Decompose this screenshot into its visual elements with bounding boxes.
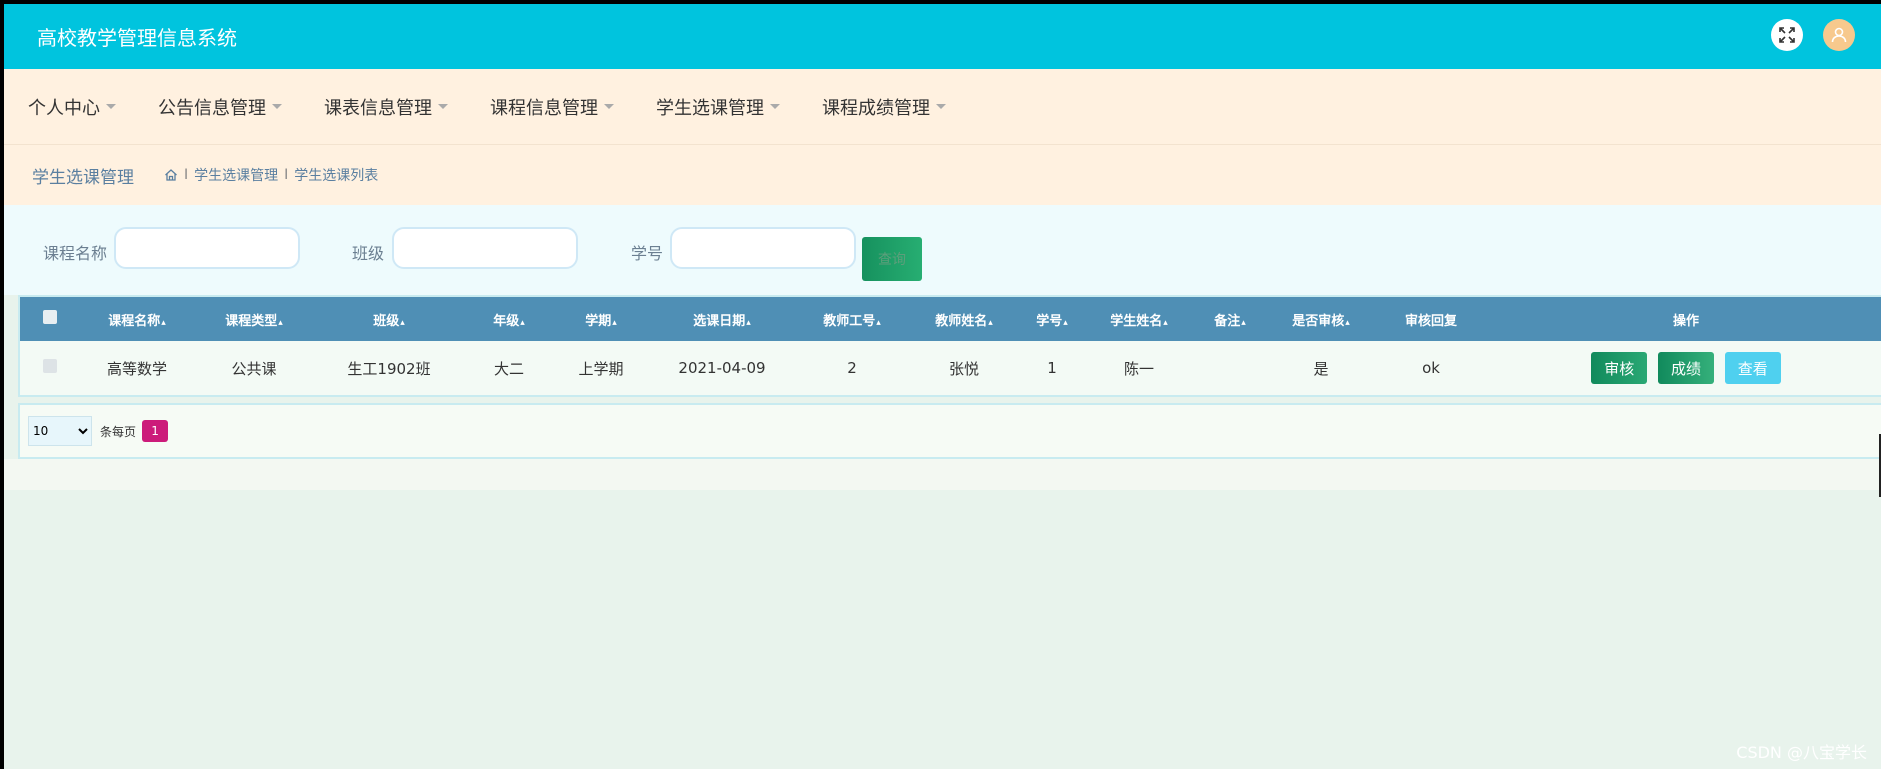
nav-course-selection-management[interactable]: 学生选课管理 — [656, 94, 780, 120]
col-header[interactable]: 备注 — [1194, 297, 1266, 341]
table-cell: 是 — [1266, 341, 1376, 395]
col-header[interactable]: 课程名称 — [80, 297, 194, 341]
pagination: 10 条每页 1 — [18, 403, 1881, 459]
breadcrumb-bar: 学生选课管理 I 学生选课管理 I 学生选课列表 — [4, 145, 1881, 205]
chevron-down-icon — [604, 104, 614, 109]
page-size-select[interactable]: 10 — [28, 416, 92, 446]
select-all-checkbox[interactable] — [20, 297, 80, 341]
search-label-class: 班级 — [352, 244, 385, 263]
col-header: 操作 — [1486, 297, 1881, 341]
table-cell: 张悦 — [908, 341, 1020, 395]
table-cell — [1194, 341, 1266, 395]
col-header[interactable]: 年级 — [464, 297, 554, 341]
top-icons — [1771, 19, 1855, 51]
app-frame: 高校教学管理信息系统 个人中心 公告信息管理 课表信息管理 课程信息管理 学生选… — [4, 4, 1881, 769]
table-cell: 1 — [1020, 341, 1084, 395]
chevron-down-icon — [438, 104, 448, 109]
data-table: 课程名称 课程类型 班级 年级 学期 选课日期 教师工号 教师姓名 学号 学生姓… — [18, 295, 1881, 397]
search-bar: 课程名称 班级 学号 查询 — [4, 205, 1881, 295]
nav-notice-management[interactable]: 公告信息管理 — [158, 94, 282, 120]
nav-timetable-management[interactable]: 课表信息管理 — [324, 94, 448, 120]
search-label-student-id: 学号 — [631, 244, 664, 263]
search-button[interactable]: 查询 — [862, 237, 922, 281]
main-nav: 个人中心 公告信息管理 课表信息管理 课程信息管理 学生选课管理 课程成绩管理 — [4, 69, 1881, 145]
row-actions: 审核 成绩 查看 — [1486, 341, 1881, 395]
row-checkbox[interactable] — [20, 341, 80, 395]
nav-course-management[interactable]: 课程信息管理 — [490, 94, 614, 120]
table-header-row: 课程名称 课程类型 班级 年级 学期 选课日期 教师工号 教师姓名 学号 学生姓… — [20, 297, 1881, 341]
home-icon[interactable] — [164, 168, 178, 182]
breadcrumb-item[interactable]: 学生选课管理 — [194, 165, 278, 185]
footer-strip — [4, 459, 1881, 490]
chevron-down-icon — [106, 104, 116, 109]
col-header[interactable]: 教师工号 — [796, 297, 908, 341]
table-cell: 陈一 — [1084, 341, 1194, 395]
search-input-course-name[interactable] — [114, 227, 300, 269]
nav-grade-management[interactable]: 课程成绩管理 — [822, 94, 946, 120]
breadcrumb: I 学生选课管理 I 学生选课列表 — [164, 165, 378, 185]
page-number-current[interactable]: 1 — [142, 420, 169, 442]
watermark: CSDN @八宝学长 — [1736, 743, 1867, 762]
col-header: 审核回复 — [1376, 297, 1486, 341]
breadcrumb-item: 学生选课列表 — [294, 168, 379, 184]
app-title: 高校教学管理信息系统 — [37, 26, 237, 50]
table-cell: 公共课 — [194, 341, 314, 395]
col-header[interactable]: 课程类型 — [194, 297, 314, 341]
table-row: 高等数学 公共课 生工1902班 大二 上学期 2021-04-09 2 张悦 … — [20, 341, 1881, 395]
search-input-student-id[interactable] — [670, 227, 856, 269]
chevron-down-icon — [272, 104, 282, 109]
col-header[interactable]: 学生姓名 — [1084, 297, 1194, 341]
col-header[interactable]: 学号 — [1020, 297, 1084, 341]
col-header[interactable]: 教师姓名 — [908, 297, 1020, 341]
chevron-down-icon — [936, 104, 946, 109]
col-header[interactable]: 是否审核 — [1266, 297, 1376, 341]
view-button[interactable]: 查看 — [1724, 352, 1781, 384]
search-label-course-name: 课程名称 — [43, 244, 108, 263]
fullscreen-icon[interactable] — [1771, 19, 1803, 51]
table-cell: 2 — [796, 341, 908, 395]
col-header[interactable]: 学期 — [554, 297, 648, 341]
table-cell: 高等数学 — [80, 341, 194, 395]
page-title: 学生选课管理 — [32, 167, 134, 188]
breadcrumb-separator: I — [284, 167, 289, 183]
search-input-class[interactable] — [392, 227, 578, 269]
table-cell: ok — [1376, 341, 1486, 395]
col-header[interactable]: 班级 — [314, 297, 464, 341]
table-cell: 生工1902班 — [314, 341, 464, 395]
col-header[interactable]: 选课日期 — [648, 297, 796, 341]
breadcrumb-separator: I — [184, 167, 189, 183]
per-page-label: 条每页 — [100, 424, 137, 439]
grade-button[interactable]: 成绩 — [1657, 352, 1714, 384]
table-cell: 大二 — [464, 341, 554, 395]
table-cell: 2021-04-09 — [648, 341, 796, 395]
user-icon[interactable] — [1823, 19, 1855, 51]
top-header: 高校教学管理信息系统 — [4, 4, 1881, 69]
table-cell: 上学期 — [554, 341, 648, 395]
nav-personal-center[interactable]: 个人中心 — [28, 94, 116, 120]
chevron-down-icon — [770, 104, 780, 109]
audit-button[interactable]: 审核 — [1591, 352, 1648, 384]
